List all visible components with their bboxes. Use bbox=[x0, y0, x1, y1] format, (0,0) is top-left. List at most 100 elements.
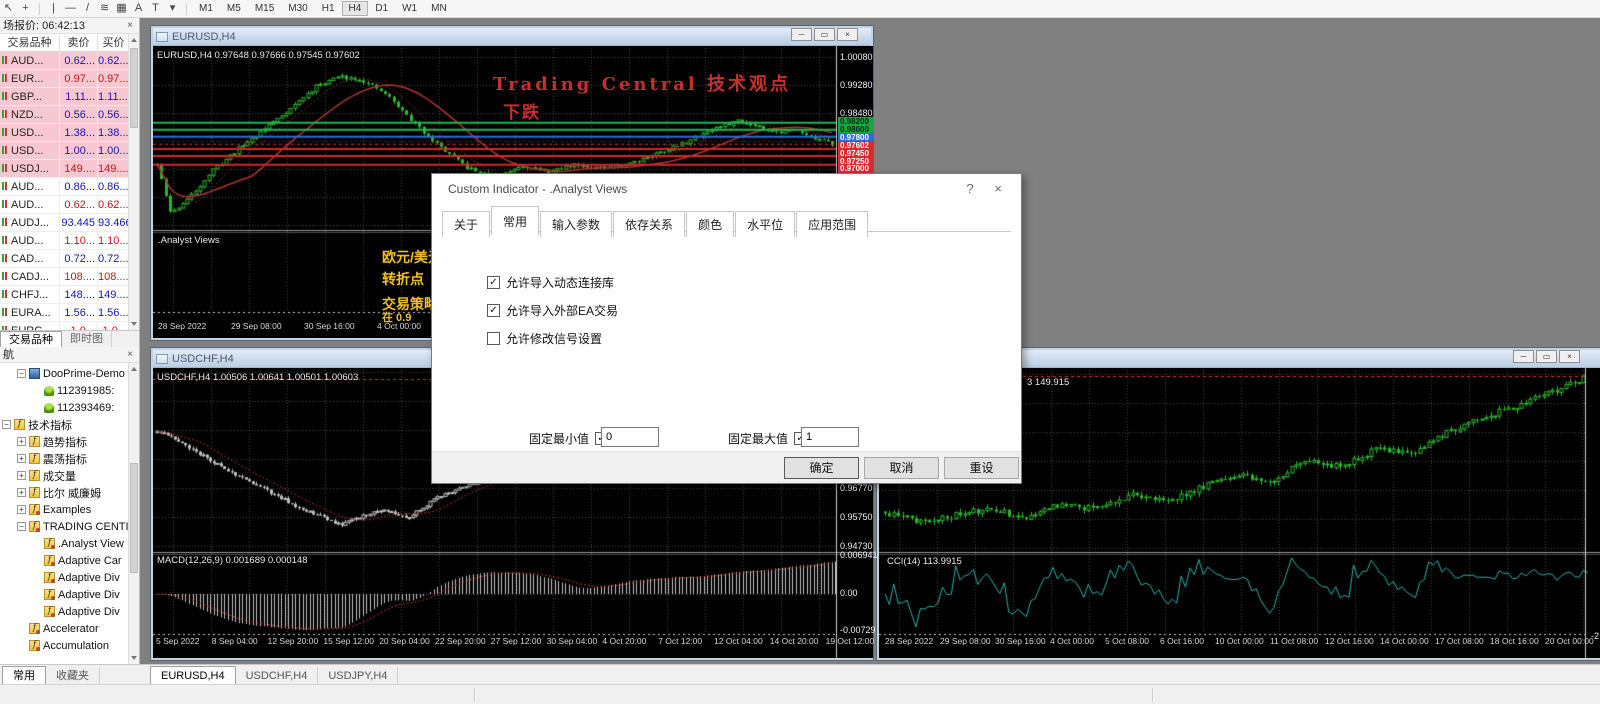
tree-item[interactable]: −DooPrime-Demo bbox=[0, 365, 128, 382]
table-row[interactable]: AUDJ...93.44593.466 bbox=[0, 214, 139, 232]
tree-item[interactable]: +f比尔 威廉姆 bbox=[0, 484, 128, 501]
close-icon[interactable]: × bbox=[837, 28, 858, 41]
market-watch-titlebar[interactable]: 场报价: 06:42:13 × bbox=[0, 18, 139, 34]
timeframe-m30[interactable]: M30 bbox=[281, 1, 314, 16]
cursor-icon[interactable]: ↖ bbox=[0, 0, 17, 17]
timeframe-m1[interactable]: M1 bbox=[192, 1, 220, 16]
tab-favorites[interactable]: 收藏夹 bbox=[46, 667, 100, 685]
ok-button[interactable]: 确定 bbox=[784, 457, 859, 479]
fixed-minimum-input[interactable] bbox=[601, 427, 659, 447]
timeframe-d1[interactable]: D1 bbox=[368, 1, 395, 16]
market-watch-scrollbar[interactable] bbox=[128, 34, 139, 330]
scroll-up-icon[interactable] bbox=[129, 363, 139, 375]
checkbox[interactable] bbox=[487, 332, 500, 345]
timeframe-h4[interactable]: H4 bbox=[342, 1, 369, 16]
restore-icon[interactable]: ▭ bbox=[1536, 350, 1557, 363]
navigator-titlebar[interactable]: 航 × bbox=[0, 347, 139, 363]
column-header[interactable]: 卖价 bbox=[60, 34, 98, 51]
dialog-tab-3[interactable]: 依存关系 bbox=[613, 211, 685, 237]
tree-item[interactable]: +f成交量 bbox=[0, 467, 128, 484]
checkbox[interactable]: ✓ bbox=[487, 276, 500, 289]
tree-item[interactable]: fAdaptive Div bbox=[0, 586, 128, 603]
scroll-down-icon[interactable] bbox=[129, 318, 139, 330]
timeframe-m15[interactable]: M15 bbox=[248, 1, 281, 16]
scroll-down-icon[interactable] bbox=[129, 652, 139, 664]
scrollbar-thumb[interactable] bbox=[130, 48, 138, 128]
tree-item[interactable]: +f趋势指标 bbox=[0, 433, 128, 450]
tree-item[interactable]: −f技术指标 bbox=[0, 416, 128, 433]
table-row[interactable]: CAD...0.72...0.72... bbox=[0, 250, 139, 268]
timeframe-m5[interactable]: M5 bbox=[220, 1, 248, 16]
tree-item[interactable]: fAccelerator bbox=[0, 620, 128, 637]
table-row[interactable]: NZD...0.56...0.56... bbox=[0, 106, 139, 124]
chart-tab-usdjpyh4[interactable]: USDJPY,H4 bbox=[318, 667, 398, 685]
minimize-icon[interactable]: ─ bbox=[1513, 350, 1534, 363]
dialog-tab-1[interactable]: 常用 bbox=[491, 206, 539, 235]
close-icon[interactable]: × bbox=[124, 348, 136, 361]
tree-item[interactable]: fAccumulation bbox=[0, 637, 128, 654]
tree-item[interactable]: fAdaptive Div bbox=[0, 603, 128, 620]
dialog-tab-2[interactable]: 输入参数 bbox=[540, 211, 612, 237]
crosshair-icon[interactable]: + bbox=[17, 0, 34, 17]
timeframe-mn[interactable]: MN bbox=[424, 1, 454, 16]
expand-icon[interactable]: + bbox=[17, 488, 26, 497]
tree-item[interactable]: 112391985: bbox=[0, 382, 128, 399]
chart-tab-usdchfh4[interactable]: USDCHF,H4 bbox=[236, 667, 319, 685]
chart-tab-eurusdh4[interactable]: EURUSD,H4 bbox=[150, 666, 236, 685]
shapes-dropdown-icon[interactable]: ▾ bbox=[164, 0, 181, 17]
dialog-tab-5[interactable]: 水平位 bbox=[735, 211, 795, 237]
table-row[interactable]: USD...1.00...1.00... bbox=[0, 142, 139, 160]
table-row[interactable]: CHFJ...148....149.... bbox=[0, 286, 139, 304]
tree-item[interactable]: −fTRADING CENTI bbox=[0, 518, 128, 535]
collapse-icon[interactable]: − bbox=[2, 420, 11, 429]
label-tool-icon[interactable]: T bbox=[147, 0, 164, 17]
tab-common[interactable]: 常用 bbox=[2, 666, 46, 685]
column-header[interactable]: 交易品种 bbox=[0, 34, 60, 51]
table-row[interactable]: AUD...0.62...0.62... bbox=[0, 52, 139, 70]
reset-button[interactable]: 重设 bbox=[944, 457, 1019, 479]
tree-item[interactable]: +f震荡指标 bbox=[0, 450, 128, 467]
table-row[interactable]: GBP...1.11...1.11... bbox=[0, 88, 139, 106]
close-icon[interactable]: × bbox=[124, 19, 136, 32]
dialog-tab-6[interactable]: 应用范围 bbox=[796, 211, 868, 237]
tree-item[interactable]: fAdaptive Div bbox=[0, 569, 128, 586]
table-row[interactable]: EUR...0.97...0.97... bbox=[0, 70, 139, 88]
eurusd-titlebar[interactable]: EURUSD,H4 bbox=[153, 28, 871, 46]
dialog-tab-0[interactable]: 关于 bbox=[442, 211, 490, 237]
table-row[interactable]: AUD...1.10...1.10... bbox=[0, 232, 139, 250]
trendline-tool-icon[interactable]: / bbox=[79, 0, 96, 17]
tree-item[interactable]: 112393469: bbox=[0, 399, 128, 416]
dialog-tab-4[interactable]: 颜色 bbox=[686, 211, 734, 237]
minimize-icon[interactable]: ─ bbox=[791, 28, 812, 41]
expand-icon[interactable]: + bbox=[17, 437, 26, 446]
cancel-button[interactable]: 取消 bbox=[864, 457, 939, 479]
table-row[interactable]: AUD...0.86...0.86... bbox=[0, 178, 139, 196]
timeframe-h1[interactable]: H1 bbox=[315, 1, 342, 16]
tab-tick-chart[interactable]: 即时图 bbox=[62, 331, 112, 347]
scrollbar-thumb[interactable] bbox=[130, 463, 138, 573]
close-icon[interactable]: × bbox=[1559, 350, 1580, 363]
text-tool-icon[interactable]: A bbox=[130, 0, 147, 17]
table-row[interactable]: EURC...1.0...1.0... bbox=[0, 322, 139, 330]
timeframe-w1[interactable]: W1 bbox=[395, 1, 424, 16]
scroll-up-icon[interactable] bbox=[129, 34, 139, 46]
table-row[interactable]: EURA...1.56...1.56... bbox=[0, 304, 139, 322]
tab-symbols[interactable]: 交易品种 bbox=[0, 331, 62, 347]
checkbox[interactable]: ✓ bbox=[487, 304, 500, 317]
restore-icon[interactable]: ▭ bbox=[814, 28, 835, 41]
table-row[interactable]: USDJ...149....149.... bbox=[0, 160, 139, 178]
collapse-icon[interactable]: − bbox=[17, 522, 26, 531]
grid-tool-icon[interactable]: ▦ bbox=[113, 0, 130, 17]
collapse-icon[interactable]: − bbox=[17, 369, 26, 378]
fixed-maximum-input[interactable] bbox=[801, 427, 859, 447]
navigator-scrollbar[interactable] bbox=[128, 363, 139, 664]
tree-item[interactable]: f.Analyst View bbox=[0, 535, 128, 552]
table-row[interactable]: USD...1.38...1.38... bbox=[0, 124, 139, 142]
expand-icon[interactable]: + bbox=[17, 505, 26, 514]
table-row[interactable]: CADJ...108....108.... bbox=[0, 268, 139, 286]
expand-icon[interactable]: + bbox=[17, 454, 26, 463]
tree-item[interactable]: fAdaptive Car bbox=[0, 552, 128, 569]
help-icon[interactable]: ? bbox=[959, 180, 981, 198]
dialog-titlebar[interactable]: Custom Indicator - .Analyst Views ? × bbox=[432, 174, 1021, 204]
expand-icon[interactable]: + bbox=[17, 471, 26, 480]
